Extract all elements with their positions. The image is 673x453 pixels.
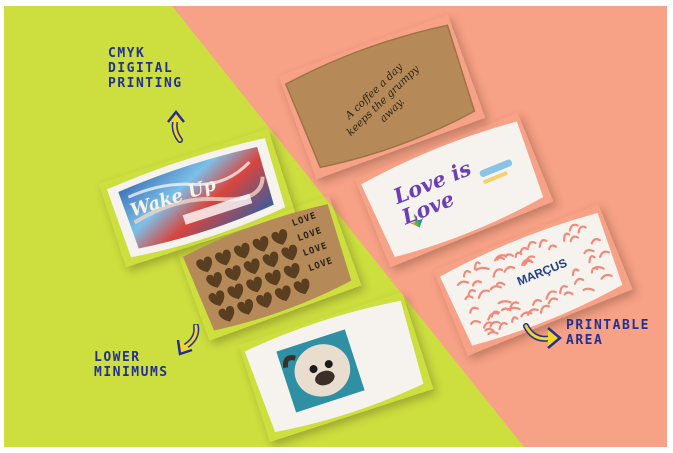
curved-arrow-up-icon bbox=[167, 110, 185, 143]
curved-arrow-down-icon bbox=[176, 324, 200, 356]
product-photo: Wake Up A coffee a day keeps the grumpy … bbox=[4, 6, 667, 447]
callout-printable-area: PRINTABLE AREA bbox=[566, 318, 650, 348]
curved-arrow-right-icon bbox=[523, 323, 562, 349]
callout-lower-minimums: LOWER MINIMUMS bbox=[94, 350, 169, 380]
callout-cmyk-digital-printing: CMYK DIGITAL PRINTING bbox=[108, 46, 183, 91]
